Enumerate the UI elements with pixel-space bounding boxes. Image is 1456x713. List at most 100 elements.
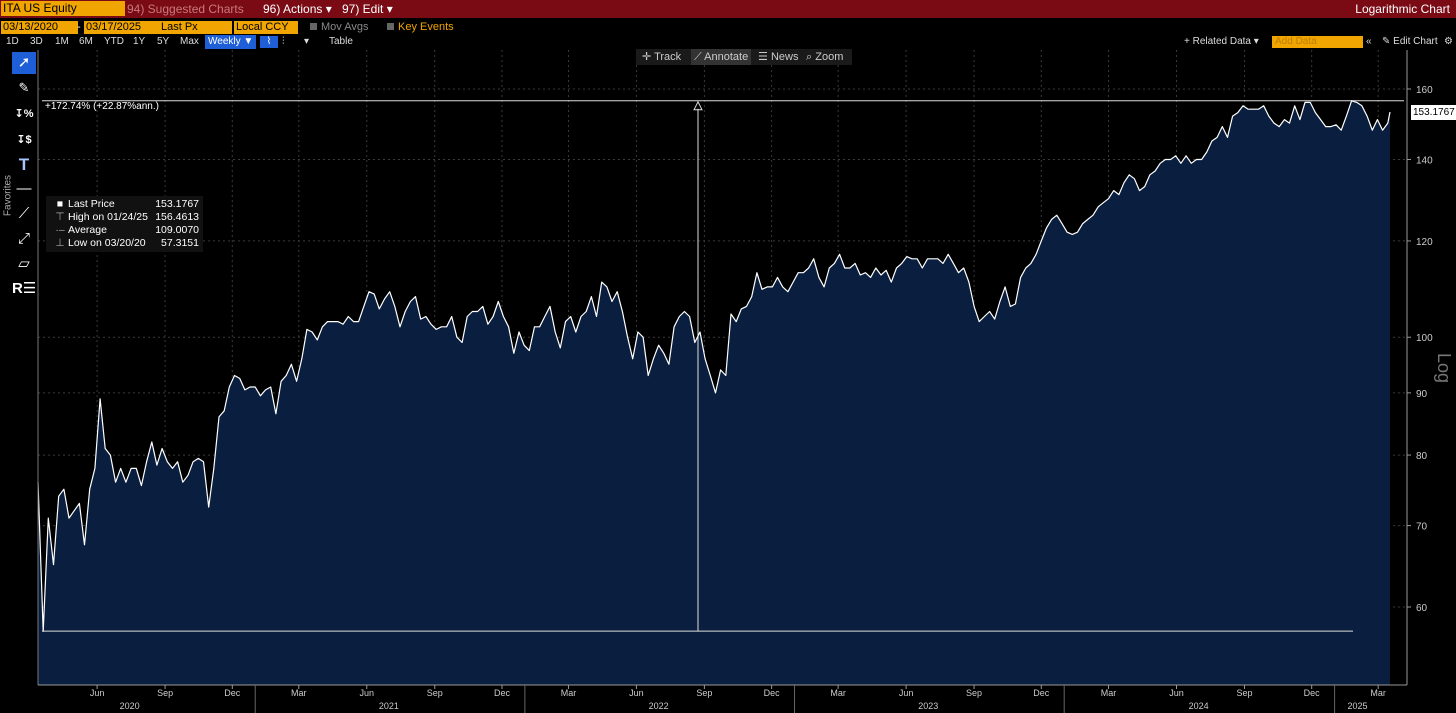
x-tick-label: Dec bbox=[1033, 688, 1050, 698]
x-tick-label: Dec bbox=[764, 688, 781, 698]
period-5y[interactable]: 5Y bbox=[157, 35, 169, 49]
edit-chart-label: Edit Chart bbox=[1393, 36, 1438, 47]
select-arrow-icon[interactable]: ➚ bbox=[12, 52, 36, 74]
text-tool-icon[interactable]: T bbox=[12, 154, 36, 176]
last-price-badge: 153.1767 bbox=[1411, 105, 1456, 120]
year-label: 2022 bbox=[649, 701, 669, 711]
y-tick-label: 60 bbox=[1416, 603, 1428, 614]
actions-label: 96) Actions bbox=[263, 2, 323, 16]
percent-tool-icon[interactable]: ↧% bbox=[12, 103, 36, 125]
drawing-toolbar: ➚ ✎ ↧% ↧$ T — ⟋ ⤢ ▱ R☰ Favorites bbox=[0, 50, 40, 306]
period-1y[interactable]: 1Y bbox=[133, 35, 145, 49]
related-data-button[interactable]: + Related Data ▾ bbox=[1184, 35, 1259, 49]
x-tick-label: Sep bbox=[157, 688, 173, 698]
stat-low: ⊥ Low on 03/20/20 57.3151 bbox=[46, 237, 203, 250]
price-field-select[interactable]: Last Px bbox=[159, 21, 232, 34]
key-events-label: Key Events bbox=[398, 21, 454, 33]
year-label: 2020 bbox=[120, 701, 140, 711]
x-tick-label: Dec bbox=[1304, 688, 1321, 698]
stat-value: 153.1767 bbox=[155, 198, 199, 210]
stat-label: High on 01/24/25 bbox=[68, 211, 148, 223]
checkbox-icon bbox=[387, 23, 394, 30]
end-date-field[interactable]: 03/17/2025 bbox=[84, 21, 160, 34]
add-data-input[interactable]: Add Data bbox=[1272, 36, 1363, 48]
chart-controls: ✛ Track ⟋ Annotate ☰ News ⌕ Zoom bbox=[636, 49, 852, 65]
top-bar: ITA US Equity 94) Suggested Charts 96) A… bbox=[0, 0, 1456, 18]
stats-legend[interactable]: ■ Last Price 153.1767 ⊤ High on 01/24/25… bbox=[46, 196, 203, 252]
price-chart[interactable]: 60 70 80 90 100 120 140 160 Log Jun Sep Dec Mar Jun Se… bbox=[0, 50, 1456, 713]
suggested-charts-menu[interactable]: 94) Suggested Charts bbox=[127, 1, 244, 17]
news-label: News bbox=[770, 51, 799, 63]
stat-value: 156.4613 bbox=[155, 211, 199, 223]
table-button[interactable]: Table bbox=[329, 35, 353, 49]
x-tick-label: Sep bbox=[966, 688, 982, 698]
edit-caret-icon: ▾ bbox=[386, 2, 393, 16]
y-tick-label: 80 bbox=[1416, 451, 1428, 462]
y-tick-label: 100 bbox=[1416, 333, 1433, 344]
zoom-button[interactable]: ⌕ Zoom bbox=[806, 49, 843, 65]
news-button[interactable]: ☰ News bbox=[758, 49, 798, 65]
stat-label: Low on 03/20/20 bbox=[68, 237, 146, 249]
actions-menu[interactable]: 96) Actions ▾ bbox=[263, 1, 332, 17]
x-tick-label: Mar bbox=[830, 688, 846, 698]
period-max[interactable]: Max bbox=[180, 35, 199, 49]
period-bar: 1D 3D 1M 6M YTD 1Y 5Y Max Weekly ▼ ⌇ ⫶ ▾… bbox=[0, 35, 1456, 49]
chart-style-caret-icon[interactable]: ▾ bbox=[304, 35, 309, 49]
chart-type-title: Logarithmic Chart bbox=[1355, 2, 1450, 16]
white-square-icon: ■ bbox=[56, 198, 64, 210]
horizontal-line-icon[interactable]: — bbox=[12, 178, 36, 200]
average-marker-icon: ·– bbox=[55, 224, 65, 236]
period-1d[interactable]: 1D bbox=[6, 35, 19, 49]
x-tick-label: Mar bbox=[291, 688, 307, 698]
settings-bar: 03/13/2020 - 03/17/2025 Last Px Local CC… bbox=[0, 19, 1456, 36]
gear-icon[interactable]: ⚙ bbox=[1444, 35, 1453, 49]
stat-label: Average bbox=[68, 224, 107, 236]
news-icon: ☰ bbox=[758, 51, 768, 63]
dollar-tool-icon[interactable]: ↧$ bbox=[12, 129, 36, 151]
stat-label: Last Price bbox=[68, 198, 115, 210]
line-chart-icon[interactable]: ⌇ bbox=[260, 36, 278, 48]
period-ytd[interactable]: YTD bbox=[104, 35, 124, 49]
y-axis-scale-label: Log bbox=[1434, 353, 1454, 383]
channel-tool-icon[interactable]: ▱ bbox=[12, 253, 36, 275]
period-1m[interactable]: 1M bbox=[55, 35, 69, 49]
zoom-label: Zoom bbox=[815, 51, 844, 63]
track-button[interactable]: ✛ Track bbox=[642, 49, 681, 65]
stat-value: 57.3151 bbox=[161, 237, 199, 249]
y-tick-label: 120 bbox=[1416, 237, 1433, 248]
mov-avgs-toggle[interactable]: Mov Avgs bbox=[310, 21, 369, 34]
annotate-label: Annotate bbox=[704, 51, 749, 63]
edit-chart-button[interactable]: ✎ Edit Chart bbox=[1382, 35, 1438, 49]
date-separator: - bbox=[77, 21, 81, 33]
year-label: 2021 bbox=[379, 701, 399, 711]
period-3d[interactable]: 3D bbox=[30, 35, 43, 49]
key-events-toggle[interactable]: Key Events bbox=[387, 21, 454, 34]
annotate-button[interactable]: ⟋ Annotate bbox=[691, 49, 752, 65]
regression-tool-icon[interactable]: R☰ bbox=[12, 278, 36, 300]
percent-change-annotation[interactable]: +172.74% (+22.87%ann.) bbox=[45, 101, 159, 112]
stat-value: 109.0070 bbox=[155, 224, 199, 236]
stat-last-price: ■ Last Price 153.1767 bbox=[46, 198, 203, 211]
x-tick-label: Jun bbox=[899, 688, 914, 698]
track-label: Track bbox=[654, 51, 682, 63]
stat-average: ·– Average 109.0070 bbox=[46, 224, 203, 237]
favorites-tab[interactable]: Favorites bbox=[3, 166, 14, 226]
bar-chart-icon[interactable]: ⫶ bbox=[282, 35, 285, 49]
frequency-select[interactable]: Weekly ▼ bbox=[205, 35, 257, 49]
start-date-field[interactable]: 03/13/2020 bbox=[1, 21, 78, 34]
stat-high: ⊤ High on 01/24/25 156.4613 bbox=[46, 211, 203, 224]
collapse-icon[interactable]: « bbox=[1366, 35, 1372, 49]
mov-avgs-label: Mov Avgs bbox=[321, 21, 369, 33]
x-tick-label: Dec bbox=[224, 688, 241, 698]
x-tick-label: Mar bbox=[1101, 688, 1117, 698]
currency-select[interactable]: Local CCY bbox=[234, 21, 298, 34]
pencil-tool-icon[interactable]: ✎ bbox=[12, 77, 36, 99]
period-6m[interactable]: 6M bbox=[79, 35, 93, 49]
trend-line-icon[interactable]: ⟋ bbox=[12, 203, 36, 225]
edit-menu[interactable]: 97) Edit ▾ bbox=[342, 1, 393, 17]
low-marker-icon: ⊥ bbox=[55, 237, 65, 249]
year-label: 2023 bbox=[918, 701, 938, 711]
y-tick-label: 160 bbox=[1416, 85, 1433, 96]
ray-line-icon[interactable]: ⤢ bbox=[12, 228, 36, 250]
ticker-field[interactable]: ITA US Equity bbox=[1, 1, 125, 16]
